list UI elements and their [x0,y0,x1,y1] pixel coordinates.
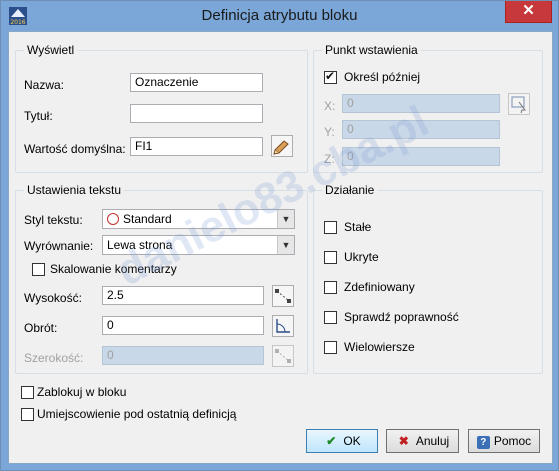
multiline-label: Wielowiersze [344,340,415,354]
x-label: X: [324,99,336,113]
invisible-checkbox[interactable] [324,251,337,264]
chevron-down-icon: ▼ [277,210,294,228]
width-pick-button[interactable] [272,345,294,367]
default-value-label: Wartość domyślna: [24,142,126,156]
preset-label: Zdefiniowany [344,280,415,294]
default-value-input[interactable]: FI1 [130,137,263,156]
specify-later-label: Określ później [344,70,421,84]
z-input[interactable]: 0 [342,147,500,166]
text-settings-title: Ustawienia tekstu [24,183,125,197]
help-label: Pomoc [493,434,532,448]
window-title: Definicja atrybutu bloku [201,7,358,24]
pick-width-icon [275,349,291,363]
multiline-checkbox[interactable] [324,341,337,354]
z-label: Z: [324,152,335,166]
pick-distance-icon [275,289,291,303]
display-group: Wyświetl Nazwa: Oznaczenie Tytuł: Wartoś… [15,43,308,173]
text-style-label: Styl tekstu: [24,213,83,227]
chevron-down-icon: ▼ [277,236,294,254]
verify-checkbox[interactable] [324,311,337,324]
scale-annotations-label: Skalowanie komentarzy [50,262,177,276]
rotation-label: Obrót: [24,321,58,335]
display-group-title: Wyświetl [24,43,78,57]
text-settings-group: Ustawienia tekstu Styl tekstu: Standard … [15,183,308,374]
y-label: Y: [324,125,335,139]
verify-label: Sprawdź poprawność [344,310,459,324]
alignment-value: Lewa strona [107,238,173,252]
specify-later-checkbox[interactable] [324,69,337,84]
scale-annotations-checkbox[interactable] [32,263,45,276]
rotation-pick-button[interactable] [272,315,294,337]
title-bar[interactable]: 2016 Definicja atrybutu bloku ✕ [1,1,558,31]
align-below-label: Umiejscowienie pod ostatnią definicją [37,407,237,421]
text-style-value: Standard [123,212,172,226]
pick-point-icon [511,96,526,114]
insertion-point-group: Punkt wstawienia Określ później X: 0 Y: … [313,43,543,173]
help-button[interactable]: ? Pomoc [468,429,540,453]
ok-label: OK [343,434,361,448]
height-label: Wysokość: [24,291,82,305]
close-button[interactable]: ✕ [505,1,552,23]
width-input[interactable]: 0 [102,346,264,365]
ok-button[interactable]: ✔ OK [306,429,378,453]
action-group: Działanie Stałe Ukryte Zdefiniowany Spra… [313,183,543,374]
help-icon: ? [476,436,490,449]
dialog-body: Wyświetl Nazwa: Oznaczenie Tytuł: Wartoś… [8,31,553,464]
text-style-icon [107,213,119,225]
title-input[interactable] [130,104,263,123]
alignment-dropdown[interactable]: Lewa strona ▼ [102,235,295,255]
insertion-group-title: Punkt wstawienia [322,43,421,57]
width-label: Szerokość: [24,351,84,365]
lock-in-block-label: Zablokuj w bloku [37,385,127,399]
y-input[interactable]: 0 [342,120,500,139]
insert-field-button[interactable] [271,135,293,157]
name-label: Nazwa: [24,78,65,92]
text-style-dropdown[interactable]: Standard ▼ [102,209,295,229]
checkmark-icon: ✔ [326,434,337,448]
pick-point-button[interactable] [508,93,530,115]
cancel-label: Anuluj [415,434,450,448]
align-below-checkbox[interactable] [21,408,34,421]
pick-angle-icon [276,319,290,333]
name-input[interactable]: Oznaczenie [130,73,263,92]
lock-in-block-checkbox[interactable] [21,386,34,399]
action-group-title: Działanie [322,183,378,197]
cancel-button[interactable]: ✖ Anuluj [386,429,459,453]
dialog-window: 2016 Definicja atrybutu bloku ✕ Wyświetl… [0,0,559,471]
cancel-x-icon: ✖ [398,434,409,448]
height-input[interactable]: 2.5 [102,286,264,305]
alignment-label: Wyrównanie: [24,239,94,253]
preset-checkbox[interactable] [324,281,337,294]
title-label: Tytuł: [24,109,53,123]
constant-checkbox[interactable] [324,221,337,234]
insert-field-icon [273,140,289,155]
constant-label: Stałe [344,220,372,234]
height-pick-button[interactable] [272,285,294,307]
invisible-label: Ukryte [344,250,379,264]
rotation-input[interactable]: 0 [102,316,264,335]
x-input[interactable]: 0 [342,94,500,113]
